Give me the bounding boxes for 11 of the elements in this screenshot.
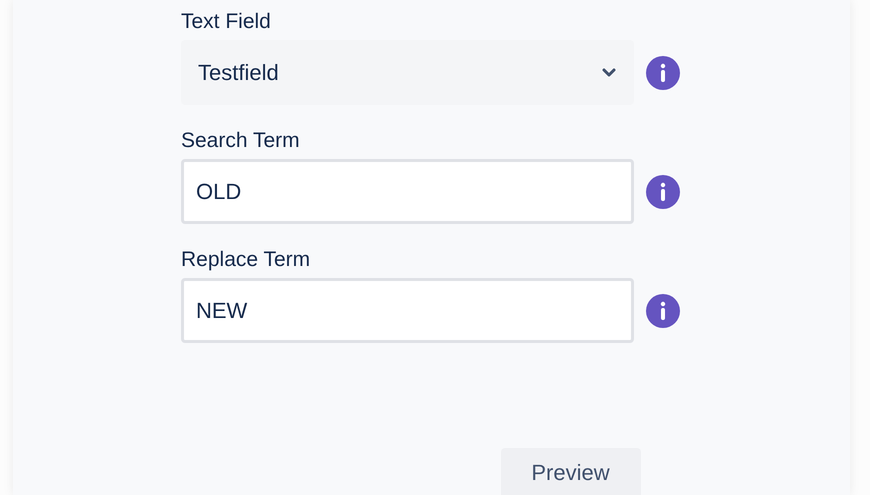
select-field[interactable]: Testfield (181, 40, 634, 105)
input-field[interactable]: OLD (181, 159, 634, 224)
preview-button[interactable]: Preview (500, 448, 640, 495)
chevron-down-icon (602, 68, 616, 78)
field-label: Search Term (181, 128, 301, 154)
info-icon[interactable] (646, 56, 680, 90)
input-field[interactable]: NEW (181, 278, 634, 343)
info-icon[interactable] (646, 174, 680, 208)
field-label: Replace Term (181, 247, 312, 273)
info-icon[interactable] (646, 294, 680, 328)
field-label: Text Field (181, 9, 272, 35)
